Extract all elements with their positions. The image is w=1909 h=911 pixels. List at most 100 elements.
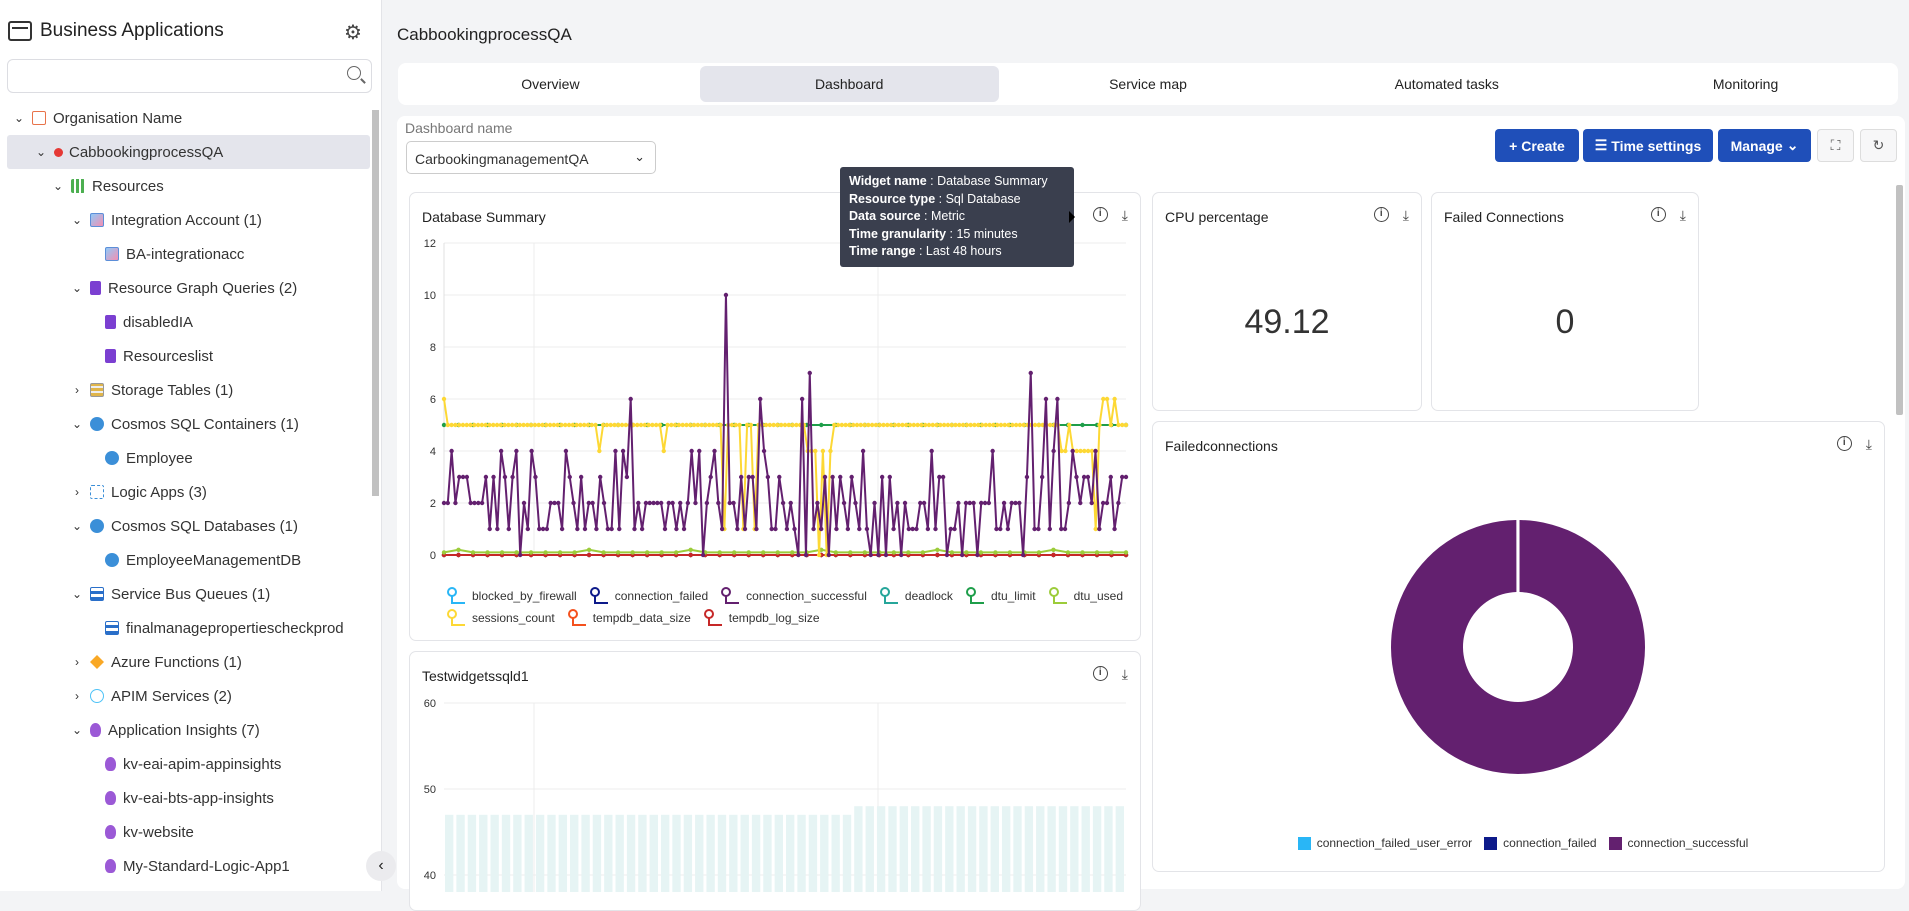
tree-item[interactable]: finalmanagepropertiescheckprod: [0, 611, 370, 645]
info-icon[interactable]: i: [1373, 207, 1389, 222]
tree-item[interactable]: Employee: [0, 441, 370, 475]
info-icon[interactable]: i: [1836, 436, 1852, 451]
data-point: [650, 422, 655, 428]
tree-item[interactable]: BA-integrationacc: [0, 237, 370, 271]
legend-item[interactable]: connection_successful: [720, 587, 867, 605]
tab-dashboard[interactable]: Dashboard: [699, 66, 999, 102]
chevron-down-icon[interactable]: ⌄: [70, 281, 84, 295]
create-button[interactable]: + Create: [1495, 129, 1579, 162]
download-icon[interactable]: ⤓: [1122, 207, 1128, 224]
dashboard-select[interactable]: CarbookingmanagementQA ⌄: [406, 141, 656, 174]
legend-label: connection_failed: [1503, 836, 1597, 850]
download-icon[interactable]: ⤓: [1866, 436, 1872, 453]
refresh-button[interactable]: ↻: [1860, 129, 1897, 162]
widget-title: CPU percentage: [1165, 209, 1269, 225]
tree-item[interactable]: kv-website: [0, 815, 370, 849]
data-point: [723, 292, 729, 298]
tree-item[interactable]: › Storage Tables (1): [0, 373, 370, 407]
data-point: [613, 448, 618, 454]
download-icon[interactable]: ⤓: [1403, 207, 1409, 224]
gear-icon[interactable]: ⚙: [344, 20, 362, 45]
time-settings-button[interactable]: ☰ Time settings: [1583, 129, 1713, 162]
tree-item[interactable]: My-Standard-Logic-App1: [0, 849, 370, 883]
data-point: [828, 448, 833, 454]
tree-item[interactable]: ⌄ CabbookingprocessQA: [7, 135, 370, 169]
tree-item[interactable]: ⌄ Integration Account (1): [0, 203, 370, 237]
tab-overview[interactable]: Overview: [401, 66, 700, 102]
info-icon[interactable]: i: [1092, 666, 1108, 681]
legend-item[interactable]: tempdb_data_size: [567, 609, 691, 627]
tree-item-label: kv-eai-apim-appinsights: [123, 755, 282, 773]
collapse-sidebar-button[interactable]: ‹: [366, 851, 396, 881]
info-icon[interactable]: i: [1092, 207, 1108, 222]
tree-item[interactable]: ⌄ Cosmos SQL Databases (1): [0, 509, 370, 543]
bar: [729, 814, 738, 892]
data-point: [695, 422, 701, 428]
tree-item[interactable]: › APIM Services (2): [0, 679, 370, 713]
data-point: [586, 552, 592, 558]
tree-item[interactable]: disabledIA: [0, 305, 370, 339]
chevron-right-icon[interactable]: ›: [70, 655, 84, 669]
search-icon[interactable]: [347, 66, 361, 80]
legend-item[interactable]: tempdb_log_size: [703, 609, 820, 627]
chevron-right-icon[interactable]: ›: [70, 383, 84, 397]
download-icon[interactable]: ⤓: [1680, 207, 1686, 224]
data-point: [891, 526, 896, 532]
data-point: [964, 550, 969, 555]
legend-item[interactable]: blocked_by_firewall: [446, 587, 577, 605]
bar: [854, 806, 863, 892]
chevron-down-icon[interactable]: ⌄: [70, 519, 84, 533]
bar: [888, 806, 897, 892]
tree-item[interactable]: kv-eai-bts-app-insights: [0, 781, 370, 815]
chevron-down-icon[interactable]: ⌄: [70, 723, 84, 737]
bar: [513, 814, 522, 892]
search-input[interactable]: [7, 59, 372, 93]
legend-item[interactable]: dtu_limit: [965, 587, 1036, 605]
sidebar-scrollbar[interactable]: [372, 110, 379, 496]
chevron-right-icon[interactable]: ›: [70, 485, 84, 499]
data-point: [729, 422, 735, 428]
legend-label: tempdb_log_size: [728, 611, 820, 625]
legend-item[interactable]: deadlock: [879, 587, 953, 605]
tree-item[interactable]: ⌄ Resource Graph Queries (2): [0, 271, 370, 305]
tree-item[interactable]: › Azure Functions (1): [0, 645, 370, 679]
tab-monitoring[interactable]: Monitoring: [1596, 66, 1895, 102]
data-point: [572, 550, 577, 555]
chevron-right-icon[interactable]: ›: [70, 689, 84, 703]
tree-item[interactable]: ⌄ Service Bus Queues (1): [0, 577, 370, 611]
data-point: [612, 422, 617, 428]
chevron-down-icon[interactable]: ⌄: [70, 417, 84, 431]
tree-item[interactable]: EmployeeManagementDB: [0, 543, 370, 577]
chevron-down-icon[interactable]: ⌄: [70, 213, 84, 227]
tree-item[interactable]: ⌄ Cosmos SQL Containers (1): [0, 407, 370, 441]
donut-slice-connection_successful[interactable]: [1391, 520, 1645, 774]
legend-item[interactable]: sessions_count: [446, 609, 555, 627]
download-icon[interactable]: ⤓: [1122, 666, 1128, 683]
tree-item[interactable]: ⌄ Resources: [0, 169, 370, 203]
tree-item[interactable]: ⌄ Application Insights (7): [0, 713, 370, 747]
dashboard-scrollbar[interactable]: [1896, 185, 1903, 415]
tree-item[interactable]: ⌄ Organisation Name: [0, 101, 370, 135]
legend-item[interactable]: connection_failed_user_error: [1297, 836, 1472, 850]
chevron-down-icon[interactable]: ⌄: [12, 111, 26, 125]
bar: [786, 814, 795, 892]
tree-item[interactable]: Resourceslist: [0, 339, 370, 373]
manage-button[interactable]: Manage ⌄: [1718, 129, 1811, 162]
tab-service-map[interactable]: Service map: [999, 66, 1298, 102]
info-icon[interactable]: i: [1650, 207, 1666, 222]
data-point: [494, 422, 500, 428]
legend-item[interactable]: connection_failed: [589, 587, 708, 605]
data-point: [1108, 422, 1114, 428]
tree-item[interactable]: › Logic Apps (3): [0, 475, 370, 509]
tree-item[interactable]: kv-eai-apim-appinsights: [0, 747, 370, 781]
legend-item[interactable]: connection_successful: [1608, 836, 1748, 850]
chevron-down-icon[interactable]: ⌄: [51, 179, 65, 193]
tab-automated-tasks[interactable]: Automated tasks: [1297, 66, 1596, 102]
chevron-down-icon[interactable]: ⌄: [34, 145, 48, 159]
chevron-down-icon[interactable]: ⌄: [70, 587, 84, 601]
fullscreen-button[interactable]: ⛶: [1817, 129, 1854, 162]
data-point: [1024, 474, 1030, 480]
legend-item[interactable]: connection_failed: [1484, 836, 1597, 850]
legend-item[interactable]: dtu_used: [1048, 587, 1123, 605]
create-label: + Create: [1509, 137, 1565, 154]
